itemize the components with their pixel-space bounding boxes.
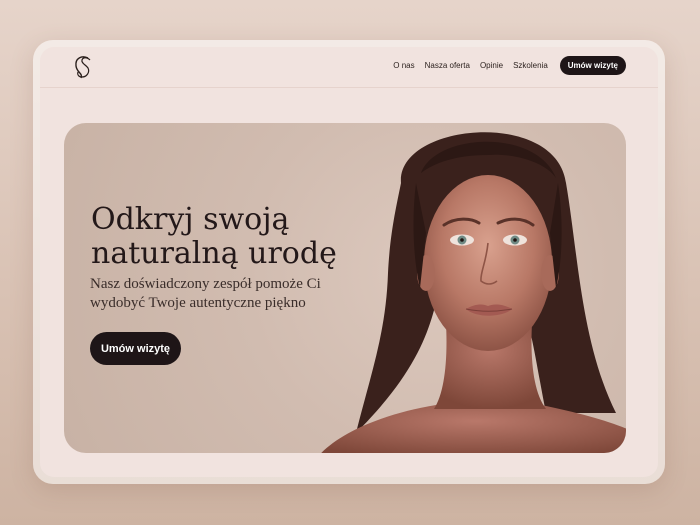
hero-headline-line2: naturalną urodę bbox=[91, 236, 337, 271]
main-nav: O nas Nasza oferta Opinie Szkolenia Umów… bbox=[393, 55, 626, 75]
nav-item-o-nas[interactable]: O nas bbox=[393, 61, 414, 70]
nav-item-nasza-oferta[interactable]: Nasza oferta bbox=[425, 61, 470, 70]
hero-subtitle: Nasz doświadczony zespół pomoże Ci wydob… bbox=[90, 276, 321, 311]
hero-book-appointment-button[interactable]: Umów wizytę bbox=[90, 332, 181, 365]
nav-book-appointment-button[interactable]: Umów wizytę bbox=[559, 55, 626, 75]
website-screen: S O nas Nasza oferta Opinie Szkolenia Um… bbox=[40, 47, 658, 477]
logo[interactable]: S bbox=[70, 53, 98, 83]
header-divider bbox=[40, 87, 658, 88]
nav-item-szkolenia[interactable]: Szkolenia bbox=[513, 61, 548, 70]
hero-headline: Odkryj swoją naturalną urodę bbox=[91, 203, 381, 271]
nav-item-opinie[interactable]: Opinie bbox=[480, 61, 503, 70]
logo-text: S bbox=[84, 68, 85, 70]
hero-headline-line1: Odkryj swoją bbox=[91, 202, 290, 237]
hero-section: Odkryj swoją naturalną urodę Nasz doświa… bbox=[64, 123, 626, 453]
woman-portrait-image bbox=[321, 132, 626, 453]
